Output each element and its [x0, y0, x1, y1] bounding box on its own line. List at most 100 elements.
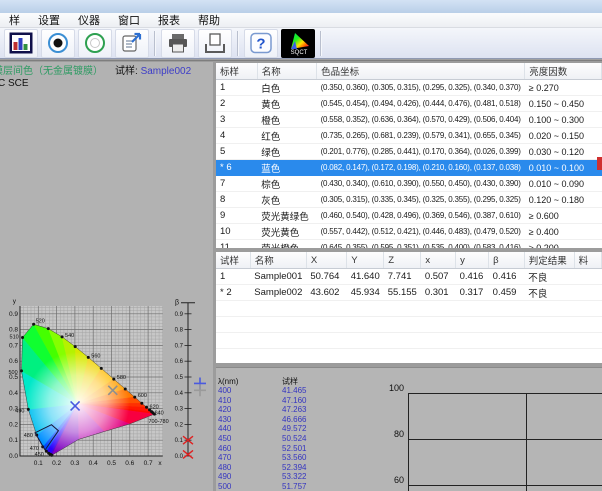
standards-row-2[interactable]: 2黄色(0.545, 0.454), (0.494, 0.426), (0.44… — [216, 96, 602, 112]
menu-window[interactable]: 窗口 — [109, 14, 149, 28]
svg-text:0.6: 0.6 — [9, 358, 18, 365]
toolbar-separator — [320, 31, 322, 56]
cell — [574, 317, 601, 333]
measure-sample-button[interactable] — [78, 29, 112, 58]
svg-text:0.0: 0.0 — [175, 454, 184, 460]
cell: 绿色 — [257, 144, 316, 160]
standards-row-11[interactable]: 11荧光橙色(0.645, 0.355), (0.595, 0.351), (0… — [216, 240, 602, 249]
menu-help[interactable]: 帮助 — [189, 14, 229, 28]
samples-header-5[interactable]: x — [421, 252, 456, 269]
spectral-row-410: 41047.160 — [218, 396, 388, 406]
svg-text:700-780: 700-780 — [148, 419, 168, 425]
spectral-row-490: 49053.322 — [218, 472, 388, 482]
samples-header-9[interactable]: 料 — [574, 252, 601, 269]
samples-header-3[interactable]: Y — [347, 252, 384, 269]
samples-header-2[interactable]: X — [306, 252, 346, 269]
svg-text:0.2: 0.2 — [175, 422, 184, 428]
standards-table: 标样名称色品坐标亮度因数 1白色(0.350, 0.360), (0.305, … — [216, 63, 602, 248]
save-output-button[interactable] — [198, 29, 232, 58]
cell: (0.350, 0.360), (0.305, 0.315), (0.295, … — [317, 80, 525, 96]
cell — [216, 301, 250, 317]
menu-settings[interactable]: 设置 — [29, 14, 69, 28]
standards-row-8[interactable]: 8灰色(0.305, 0.315), (0.335, 0.345), (0.32… — [216, 192, 602, 208]
samples-header-1[interactable]: 名称 — [250, 252, 306, 269]
samples-empty-row[interactable] — [216, 301, 602, 317]
help-icon: ? — [249, 32, 273, 54]
standards-row-7[interactable]: 7棕色(0.430, 0.340), (0.610, 0.390), (0.55… — [216, 176, 602, 192]
cell: 11 — [216, 240, 257, 249]
spectral-row-470: 47053.560 — [218, 453, 388, 463]
samples-header-7[interactable]: β — [489, 252, 525, 269]
standards-row-6[interactable]: * 6蓝色(0.082, 0.147), (0.172, 0.198), (0.… — [216, 160, 602, 176]
standards-row-3[interactable]: 3橙色(0.558, 0.352), (0.636, 0.364), (0.57… — [216, 112, 602, 128]
sqct-button[interactable]: SQCT — [281, 29, 315, 58]
cell: (0.460, 0.540), (0.428, 0.496), (0.369, … — [317, 208, 525, 224]
standards-header-0[interactable]: 标样 — [216, 63, 257, 80]
cell — [306, 301, 346, 317]
standards-row-9[interactable]: 9荧光黄绿色(0.460, 0.540), (0.428, 0.496), (0… — [216, 208, 602, 224]
reflectance-chart — [408, 393, 602, 491]
cell — [216, 333, 250, 349]
cell: 2 — [216, 96, 257, 112]
cell: 0.416 — [456, 269, 489, 285]
report-export-button[interactable] — [115, 29, 149, 58]
cell: 45.934 — [347, 285, 384, 301]
measure-standard-button[interactable] — [41, 29, 75, 58]
cell: 荧光橙色 — [257, 240, 316, 249]
samples-row-2[interactable]: * 2Sample00243.60245.93455.1550.3010.317… — [216, 285, 602, 301]
window-titlebar — [0, 0, 602, 13]
cell: (0.201, 0.776), (0.285, 0.441), (0.170, … — [317, 144, 525, 160]
sqct-label: SQCT — [291, 50, 308, 56]
menu-instrument[interactable]: 仪器 — [69, 14, 109, 28]
cell: (0.645, 0.355), (0.595, 0.351), (0.535, … — [317, 240, 525, 249]
samples-header-0[interactable]: 试样 — [216, 252, 250, 269]
chart-view-button[interactable] — [4, 29, 38, 58]
svg-text:β: β — [175, 300, 179, 307]
samples-header-6[interactable]: y — [456, 252, 489, 269]
cell: 荧光黄色 — [257, 224, 316, 240]
samples-row-1[interactable]: 1Sample00150.76441.6407.7410.5070.4160.4… — [216, 269, 602, 285]
svg-text:0.3: 0.3 — [9, 406, 18, 413]
spectral-row-460: 46052.501 — [218, 444, 388, 454]
samples-empty-row[interactable] — [216, 333, 602, 349]
cell — [489, 349, 525, 364]
menu-sample[interactable]: 样 — [0, 14, 29, 28]
cell: Sample001 — [250, 269, 306, 285]
samples-empty-row[interactable] — [216, 349, 602, 364]
standards-header-1[interactable]: 名称 — [257, 63, 316, 80]
standards-row-10[interactable]: 10荧光黄色(0.557, 0.442), (0.512, 0.421), (0… — [216, 224, 602, 240]
samples-header-8[interactable]: 判定结果 — [524, 252, 574, 269]
menu-report[interactable]: 报表 — [149, 14, 189, 28]
cell — [421, 349, 456, 364]
samples-header-row: 试样名称XYZxyβ判定结果料 — [216, 252, 602, 269]
cell: 0.459 — [489, 285, 525, 301]
standards-row-5[interactable]: 5绿色(0.201, 0.776), (0.285, 0.441), (0.17… — [216, 144, 602, 160]
measure-mode-label: C SCE — [0, 78, 211, 90]
svg-text:560: 560 — [91, 353, 100, 359]
spectral-row-400: 40041.465 — [218, 386, 388, 396]
samples-empty-row[interactable] — [216, 317, 602, 333]
cell — [489, 333, 525, 349]
standards-row-4[interactable]: 4红色(0.735, 0.265), (0.681, 0.239), (0.57… — [216, 128, 602, 144]
cell — [421, 317, 456, 333]
help-button[interactable]: ? — [244, 29, 278, 58]
cell: 9 — [216, 208, 257, 224]
svg-text:0.5: 0.5 — [9, 374, 18, 381]
samples-header-4[interactable]: Z — [384, 252, 421, 269]
cell: 4 — [216, 128, 257, 144]
cell — [347, 301, 384, 317]
cell — [306, 349, 346, 364]
cell: 0.010 ~ 0.100 — [525, 160, 602, 176]
print-button[interactable] — [161, 29, 195, 58]
cell: 不良 — [524, 269, 574, 285]
standards-header-2[interactable]: 色品坐标 — [317, 63, 525, 80]
cell — [347, 317, 384, 333]
cell — [216, 317, 250, 333]
cell: 43.602 — [306, 285, 346, 301]
svg-text:x: x — [158, 460, 162, 467]
cell: 0.507 — [421, 269, 456, 285]
cell: 0.120 ~ 0.180 — [525, 192, 602, 208]
standards-row-1[interactable]: 1白色(0.350, 0.360), (0.305, 0.315), (0.29… — [216, 80, 602, 96]
standards-header-3[interactable]: 亮度因数 — [525, 63, 602, 80]
cell: (0.557, 0.442), (0.512, 0.421), (0.446, … — [317, 224, 525, 240]
